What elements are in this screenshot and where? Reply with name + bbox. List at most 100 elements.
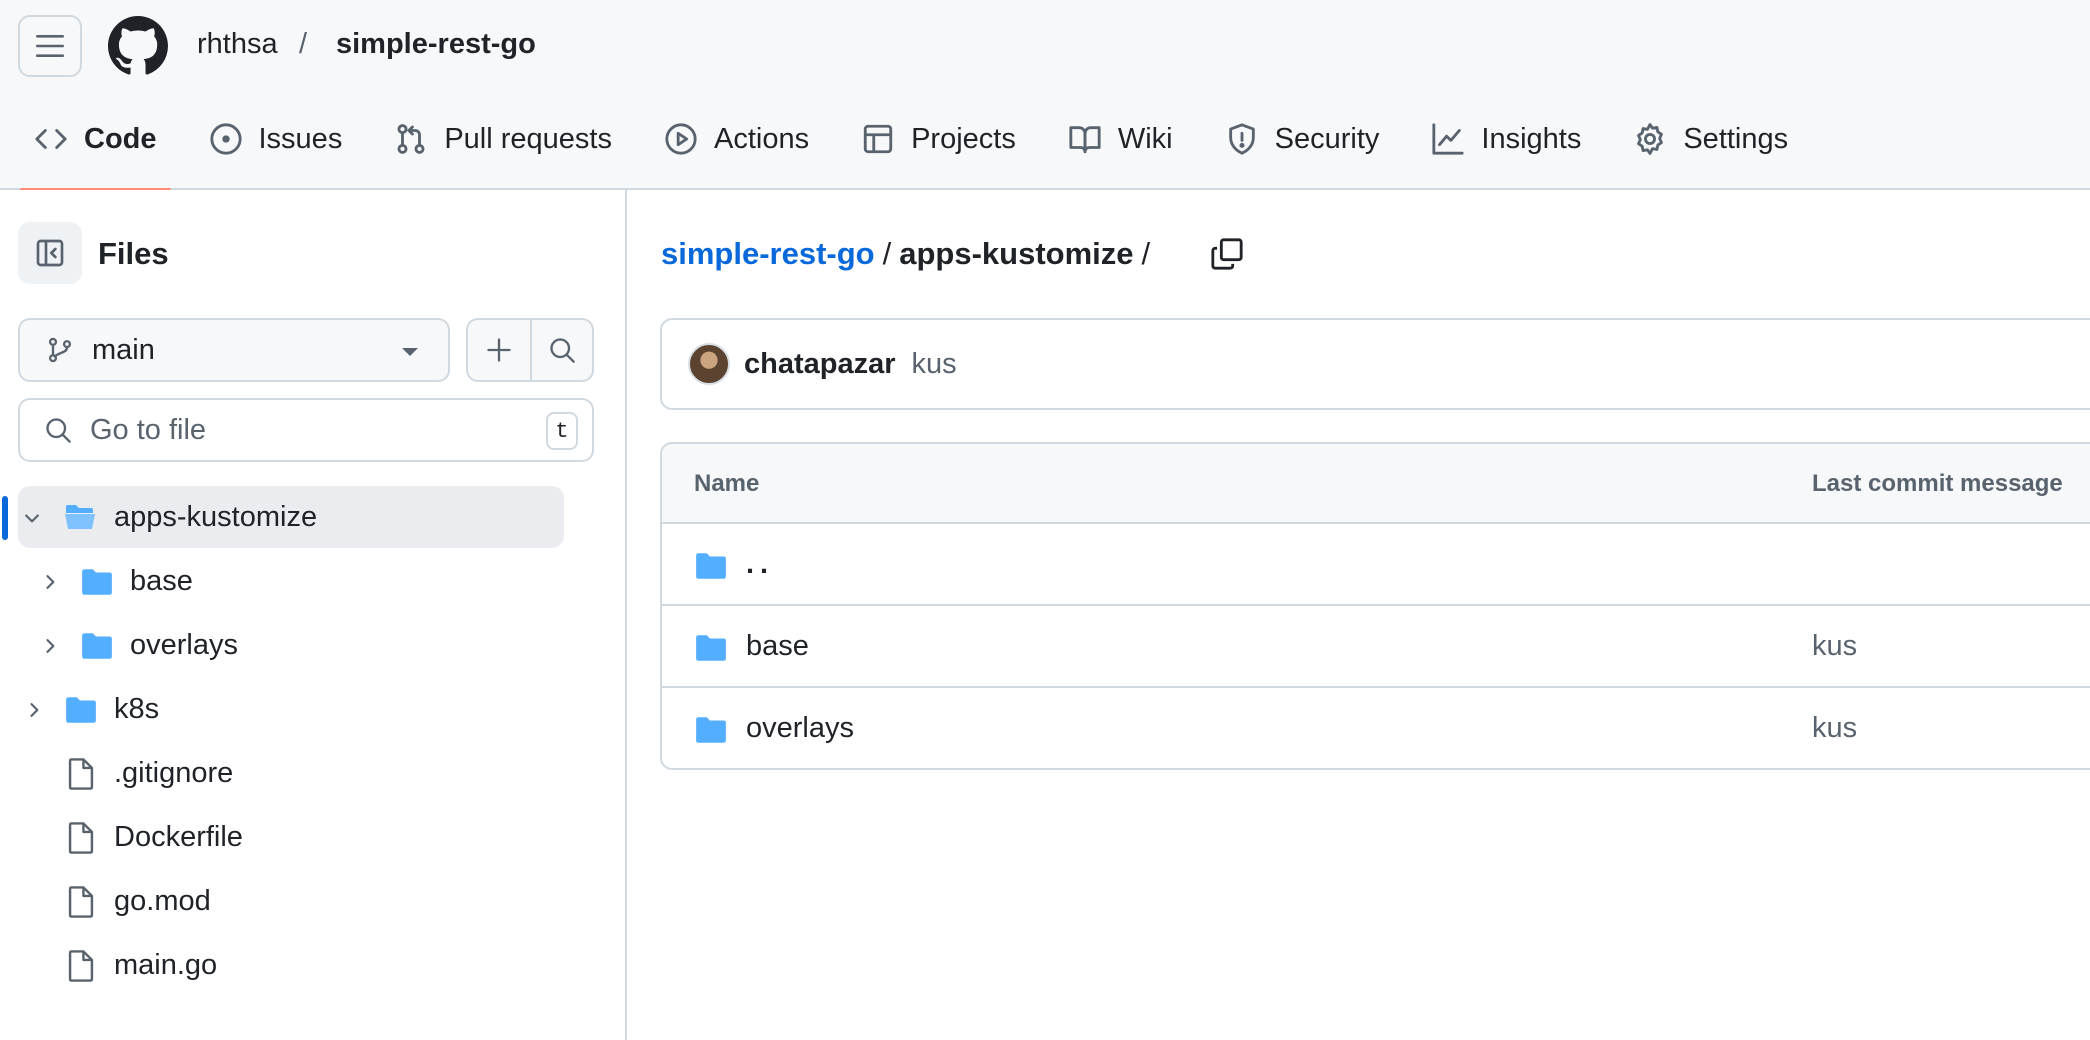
folder-icon [82, 569, 112, 595]
selection-indicator [2, 496, 8, 540]
copy-path-button[interactable] [1207, 234, 1247, 274]
menu-button[interactable] [18, 15, 82, 77]
folder-icon [82, 633, 112, 659]
search-code-button[interactable] [530, 320, 592, 380]
hamburger-icon [36, 35, 64, 57]
github-logo-icon[interactable] [108, 16, 168, 76]
row-name-link[interactable]: overlays [746, 712, 854, 745]
tab-label: Code [84, 123, 157, 155]
row-commit-message[interactable]: kus [1812, 712, 1857, 745]
directory-table: Name Last commit message .. base kus ove… [660, 442, 2090, 770]
tab-label: Pull requests [444, 123, 612, 155]
path-current: apps-kustomize [899, 236, 1134, 271]
tab-issues[interactable]: Issues [195, 112, 357, 190]
tab-settings[interactable]: Settings [1619, 112, 1802, 190]
tree-item-label: base [130, 565, 193, 597]
tree-item-dockerfile[interactable]: Dockerfile [0, 806, 627, 870]
tree-item-label: apps-kustomize [114, 501, 318, 533]
avatar[interactable] [688, 343, 730, 385]
chevron-down-icon[interactable] [22, 508, 42, 528]
row-name-link[interactable]: .. [746, 548, 774, 581]
sidebar-collapse-icon [36, 239, 64, 267]
keyboard-shortcut-badge: t [546, 412, 578, 450]
column-header-name: Name [694, 470, 760, 497]
tab-pull-requests[interactable]: Pull requests [380, 112, 626, 190]
tab-label: Settings [1683, 123, 1789, 155]
tab-label: Issues [258, 123, 343, 155]
file-actions-group [466, 318, 594, 382]
file-tree-sidebar: Files main t apps-kustomize base [0, 190, 627, 1040]
tree-item-gitignore[interactable]: .gitignore [0, 742, 627, 806]
path-separator: / [1141, 236, 1151, 271]
issue-icon [209, 123, 242, 155]
shield-icon [1228, 123, 1255, 155]
tree-item-apps-kustomize[interactable]: apps-kustomize [0, 486, 627, 550]
add-file-button[interactable] [468, 320, 530, 380]
gear-icon [1637, 123, 1664, 155]
search-icon [46, 418, 71, 443]
tab-label: Projects [911, 123, 1016, 155]
tree-item-label: .gitignore [114, 757, 234, 789]
row-commit-message[interactable]: kus [1812, 630, 1857, 663]
code-icon [35, 129, 67, 149]
tree-item-label: go.mod [114, 885, 211, 917]
file-tree: apps-kustomize base overlays k8s .gitign… [0, 486, 627, 998]
tree-item-base[interactable]: base [0, 550, 627, 614]
tab-insights[interactable]: Insights [1417, 112, 1595, 190]
tree-item-label: k8s [114, 693, 160, 725]
tab-label: Actions [713, 123, 810, 155]
tree-item-k8s[interactable]: k8s [0, 678, 627, 742]
breadcrumb-owner[interactable]: rhthsa [197, 28, 278, 61]
tree-item-go-mod[interactable]: go.mod [0, 870, 627, 934]
plus-icon [487, 338, 511, 362]
tab-projects[interactable]: Projects [847, 112, 1030, 190]
files-title: Files [98, 236, 169, 271]
chevron-right-icon[interactable] [24, 700, 44, 720]
file-icon [68, 886, 94, 918]
folder-icon [696, 635, 726, 661]
file-path-breadcrumb: simple-rest-go / apps-kustomize / [661, 236, 1158, 272]
breadcrumb-separator: / [299, 28, 308, 60]
collapse-sidebar-button[interactable] [18, 222, 82, 284]
tree-item-label: main.go [114, 949, 218, 981]
branch-selector[interactable]: main [18, 318, 450, 382]
tree-item-overlays[interactable]: overlays [0, 614, 627, 678]
chevron-down-icon [402, 348, 418, 356]
table-header: Name Last commit message [662, 444, 2090, 524]
folder-icon [696, 553, 726, 579]
commit-author-link[interactable]: chatapazar [744, 348, 896, 381]
folder-icon [66, 697, 96, 723]
branch-name: main [92, 333, 155, 366]
directory-view: simple-rest-go / apps-kustomize / chatap… [629, 190, 2090, 1040]
tab-security[interactable]: Security [1211, 112, 1394, 190]
folder-icon [696, 717, 726, 743]
commit-message-link[interactable]: kus [912, 348, 957, 381]
row-name-link[interactable]: base [746, 630, 809, 663]
file-icon [68, 822, 94, 854]
table-row[interactable]: overlays kus [662, 688, 2090, 768]
path-root-link[interactable]: simple-rest-go [661, 236, 875, 272]
chevron-right-icon[interactable] [40, 636, 60, 656]
folder-open-icon [65, 505, 95, 529]
tab-actions[interactable]: Actions [650, 112, 823, 190]
table-icon [863, 124, 893, 154]
play-icon [665, 123, 697, 155]
tab-code[interactable]: Code [20, 112, 171, 192]
repo-nav-tabs: Code Issues Pull requests Actions Projec… [20, 112, 1826, 192]
repo-header: rhthsa / simple-rest-go Code Issues Pull… [0, 0, 2090, 192]
tab-wiki[interactable]: Wiki [1054, 112, 1187, 190]
chevron-right-icon[interactable] [40, 572, 60, 592]
file-icon [68, 758, 94, 790]
graph-icon [1432, 123, 1464, 155]
breadcrumb-repo[interactable]: simple-rest-go [336, 28, 536, 61]
copy-icon [1211, 238, 1243, 270]
file-icon [68, 950, 94, 982]
go-to-file-input[interactable] [90, 413, 510, 447]
column-header-message: Last commit message [1812, 470, 2063, 497]
tree-item-label: Dockerfile [114, 821, 243, 853]
table-row-parent-dir[interactable]: .. [662, 524, 2090, 606]
tab-label: Insights [1481, 123, 1582, 155]
go-to-file-field: t [18, 398, 594, 462]
tree-item-main-go[interactable]: main.go [0, 934, 627, 998]
table-row[interactable]: base kus [662, 606, 2090, 688]
